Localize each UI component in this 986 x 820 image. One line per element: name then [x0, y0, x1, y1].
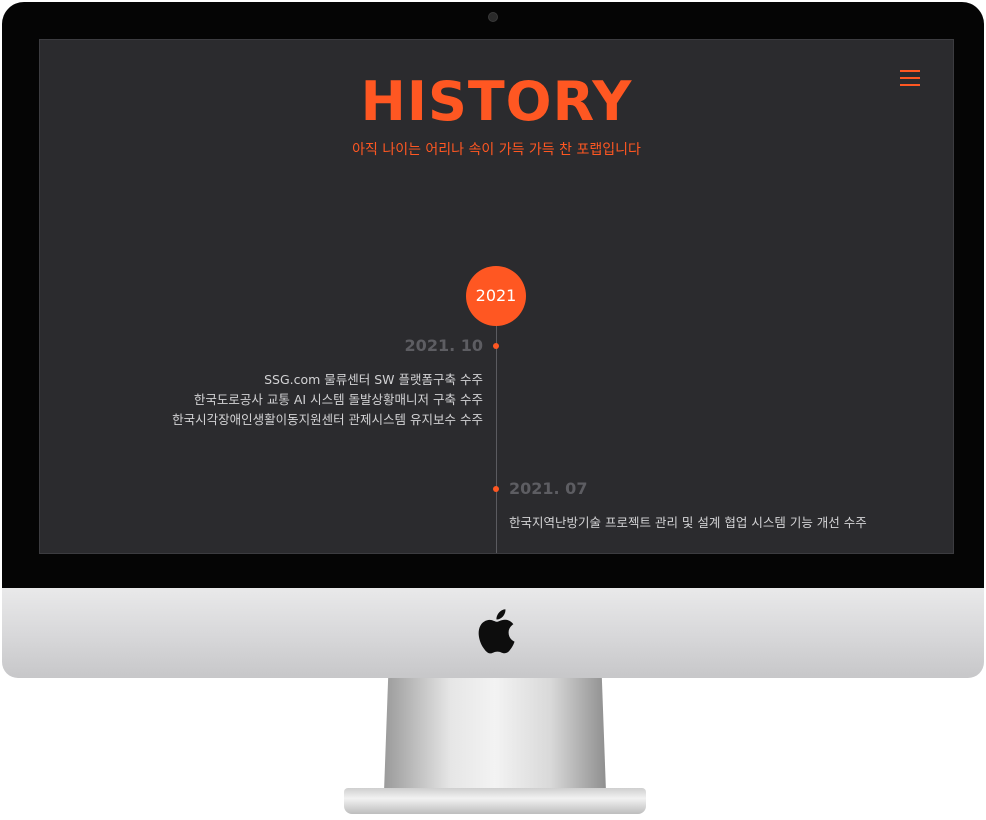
- timeline-entry-item: 한국시각장애인생활이동지원센터 관제시스템 유지보수 수주: [172, 412, 483, 427]
- timeline-entry-list: SSG.com 물류센터 SW 플랫폼구축 수주 한국도로공사 교통 AI 시스…: [172, 370, 483, 430]
- year-badge: 2021: [466, 266, 526, 326]
- monitor-stand-neck: [384, 670, 606, 792]
- page-subtitle: 아직 나이는 어리나 속이 가득 가득 찬 포랩입니다: [352, 142, 641, 158]
- menu-bar-middle: [900, 77, 920, 79]
- timeline-dot: [493, 486, 499, 492]
- menu-bar-top: [900, 70, 920, 72]
- timeline-dot: [493, 343, 499, 349]
- timeline-entry-date: 2021. 07: [509, 479, 588, 498]
- screen: HISTORY 아직 나이는 어리나 속이 가득 가득 찬 포랩입니다 2021…: [39, 39, 954, 554]
- hamburger-menu-icon[interactable]: [898, 68, 922, 88]
- apple-logo-icon: [478, 609, 515, 654]
- timeline-entry-item: 한국지역난방기술 프로젝트 관리 및 설계 협업 시스템 기능 개선 수주: [509, 515, 867, 530]
- monitor-stand-base: [344, 788, 646, 814]
- imac-mockup: HISTORY 아직 나이는 어리나 속이 가득 가득 찬 포랩입니다 2021…: [0, 0, 986, 820]
- camera-icon: [489, 13, 497, 21]
- timeline-entry-item: SSG.com 물류센터 SW 플랫폼구축 수주: [264, 372, 483, 387]
- timeline-entry-date: 2021. 10: [404, 336, 483, 355]
- timeline-line: [496, 325, 497, 553]
- menu-bar-bottom: [900, 84, 920, 86]
- page-title: HISTORY: [360, 70, 633, 133]
- timeline-entry-item: 한국도로공사 교통 AI 시스템 돌발상황매니저 구축 수주: [193, 392, 483, 407]
- timeline-entry-list: 한국지역난방기술 프로젝트 관리 및 설계 협업 시스템 기능 개선 수주: [509, 513, 867, 533]
